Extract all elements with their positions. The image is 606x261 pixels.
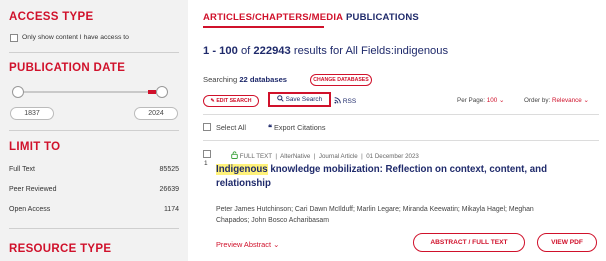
year-from-input[interactable]: 1837 bbox=[10, 107, 54, 120]
export-citations-label: Export Citations bbox=[273, 123, 326, 132]
divider bbox=[203, 114, 599, 115]
database-count: 22 databases bbox=[239, 75, 288, 84]
date-slider-range bbox=[148, 90, 156, 94]
searching-info: Searching 22 databases bbox=[203, 75, 287, 84]
result-authors: Peter James Hutchinson; Cari Dawn McIldu… bbox=[216, 206, 534, 224]
save-search-button[interactable]: Save Search bbox=[268, 92, 331, 107]
view-pdf-button[interactable]: VIEW PDF bbox=[537, 233, 597, 252]
order-by-select[interactable]: Order by: Relevance ⌄ bbox=[524, 97, 589, 104]
divider bbox=[9, 228, 179, 229]
select-all-label[interactable]: Select All bbox=[216, 123, 246, 132]
date-label: 01 December 2023 bbox=[366, 153, 419, 160]
rss-label: RSS bbox=[342, 98, 357, 105]
divider bbox=[9, 52, 179, 53]
results-range: 1 - 100 bbox=[203, 45, 238, 57]
preview-abstract-label: Preview Abstract bbox=[216, 240, 272, 249]
title-highlight: Indigenous bbox=[216, 164, 268, 175]
save-search-label: Save Search bbox=[285, 96, 323, 103]
limit-to-heading: LIMIT TO bbox=[9, 141, 61, 153]
change-databases-button[interactable]: CHANGE DATABASES bbox=[310, 74, 372, 86]
export-citations-button[interactable]: ❝ Export Citations bbox=[268, 123, 325, 132]
tab-publications[interactable]: PUBLICATIONS bbox=[346, 12, 419, 23]
order-by-label: Order by: bbox=[524, 97, 551, 104]
date-slider-end-handle[interactable] bbox=[156, 86, 168, 98]
date-slider-start-handle[interactable] bbox=[12, 86, 24, 98]
edit-search-button[interactable]: ✎ EDIT SEARCH bbox=[203, 95, 259, 107]
limit-item-open-access[interactable]: Open Access 1174 bbox=[9, 206, 179, 213]
divider bbox=[9, 130, 179, 131]
date-slider-track[interactable] bbox=[18, 91, 168, 93]
rss-icon bbox=[334, 97, 343, 105]
limit-item-label: Open Access bbox=[9, 206, 51, 213]
select-all-checkbox[interactable] bbox=[203, 123, 211, 131]
per-page-value: 100 bbox=[486, 97, 498, 104]
access-only-label: Only show content I have access to bbox=[22, 34, 129, 41]
pencil-icon: ✎ bbox=[210, 98, 215, 104]
results-query: results for All Fields:indigenous bbox=[293, 45, 449, 57]
resource-type-heading: RESOURCE TYPE bbox=[9, 243, 112, 255]
type-label: Journal Article bbox=[318, 153, 358, 160]
limit-item-count: 26639 bbox=[159, 186, 179, 193]
active-tab-indicator bbox=[203, 26, 324, 28]
access-label: FULL TEXT bbox=[239, 153, 272, 160]
limit-item-full-text[interactable]: Full Text 85525 bbox=[9, 166, 179, 173]
results-total: 222943 bbox=[253, 45, 291, 57]
unlock-icon bbox=[231, 151, 240, 160]
limit-item-peer-reviewed[interactable]: Peer Reviewed 26639 bbox=[9, 186, 179, 193]
publication-date-heading: PUBLICATION DATE bbox=[9, 62, 126, 74]
limit-item-label: Peer Reviewed bbox=[9, 186, 57, 193]
results-panel: ARTICLES/CHAPTERS/MEDIA PUBLICATIONS 1 -… bbox=[188, 0, 606, 261]
access-only-checkbox[interactable] bbox=[10, 34, 18, 42]
per-page-select[interactable]: Per Page: 100 ⌄ bbox=[457, 97, 504, 104]
results-of: of bbox=[240, 45, 251, 57]
chevron-down-icon: ⌄ bbox=[499, 97, 505, 104]
chevron-down-icon: ⌄ bbox=[273, 240, 280, 249]
tab-articles[interactable]: ARTICLES/CHAPTERS/MEDIA bbox=[203, 12, 343, 23]
chevron-down-icon: ⌄ bbox=[583, 97, 589, 104]
edit-search-label: EDIT SEARCH bbox=[216, 98, 252, 104]
result-meta: FULL TEXT | AlterNative | Journal Articl… bbox=[231, 151, 419, 160]
source-label: AlterNative bbox=[280, 153, 311, 160]
search-icon bbox=[277, 95, 286, 103]
limit-item-count: 85525 bbox=[159, 166, 179, 173]
result-title-link[interactable]: Indigenous knowledge mobilization: Refle… bbox=[216, 163, 586, 191]
abstract-full-text-button[interactable]: ABSTRACT / FULL TEXT bbox=[413, 233, 525, 252]
quote-icon: ❝ bbox=[268, 123, 272, 132]
results-summary: 1 - 100 of 222943 results for All Fields… bbox=[203, 45, 448, 57]
per-page-label: Per Page: bbox=[457, 97, 486, 104]
filter-sidebar: ACCESS TYPE Only show content I have acc… bbox=[0, 0, 188, 261]
limit-item-count: 1174 bbox=[163, 206, 179, 213]
rss-link[interactable]: RSS bbox=[334, 97, 356, 105]
searching-label: Searching bbox=[203, 75, 238, 84]
access-type-heading: ACCESS TYPE bbox=[9, 11, 94, 23]
year-to-input[interactable]: 2024 bbox=[134, 107, 178, 120]
preview-abstract-toggle[interactable]: Preview Abstract ⌄ bbox=[216, 240, 279, 249]
order-by-value: Relevance bbox=[552, 97, 582, 104]
divider bbox=[203, 140, 599, 141]
result-select-checkbox[interactable] bbox=[203, 150, 211, 158]
result-number: 1 bbox=[204, 160, 208, 167]
limit-item-label: Full Text bbox=[9, 166, 35, 173]
